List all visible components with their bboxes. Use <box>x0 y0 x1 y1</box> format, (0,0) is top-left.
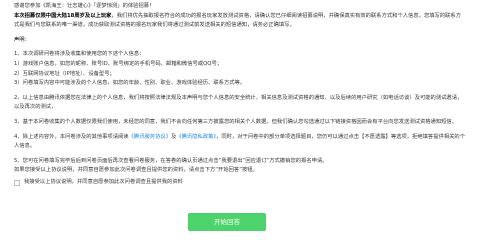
statement-item-3: 3、基于本问卷收集的个人数据仅限我们使用，未经您的同意，我们不会向任何第三方披露… <box>14 118 458 125</box>
statement-item-4: 4、除上述内容外，本问卷涉及的其他事项请阅读《腾讯服务协议》及《腾讯隐私政策》，… <box>14 133 466 152</box>
statement-item-5: 5、您可在问卷填写完毕后后到问卷页面后再次查看问卷服务，在答卷的确认页通过点击“… <box>14 157 328 164</box>
statement-item-1: 1、本次调研问卷将涉及收集和使用您的下述个人信息： <box>14 51 145 58</box>
statement-item-4-text-a: 4、除上述内容外，本问卷涉及的其他事项请阅读 <box>14 133 129 140</box>
statement-item-2: 2、以上信息由腾讯依据您在法律上的个人信息，我们将按照法律法规及本声明与您个人信… <box>14 94 463 111</box>
statement-item-6: 如果您接受以上协议说明，并同意自愿参加此次问卷调查且提供您的资料，请点击下方“开… <box>14 167 258 174</box>
notice-content[interactable]: 感谢您参加《凯海王：壮志雄心》「逐梦惊测」的体验招募！ 本次招募仅限中国大陆18… <box>14 2 466 198</box>
intro-thanks: 感谢您参加《凯海王：壮志雄心》「逐梦惊测」的体验招募！ <box>14 3 155 9</box>
agree-checkbox[interactable] <box>14 179 20 186</box>
intro-recruit: 本次招募仅限中国大陆18周岁及以上玩家，我们将优先抽取报名符合的成功的报名玩家发… <box>14 12 466 31</box>
survey-notice-page: 感谢您参加《凯海王：壮志雄心》「逐梦惊测」的体验招募！ 本次招募仅限中国大陆18… <box>0 0 480 237</box>
agree-row[interactable]: 我接受以上协议说明，并同意自愿参加此次问卷调查且提供我的资料 <box>14 178 466 188</box>
start-answer-button[interactable]: 开始回答 <box>188 213 266 231</box>
statement-item-1-2: 2）互联网协议地址（IP地址）、设备型号； <box>14 70 115 77</box>
eligibility-highlight: 本次招募仅限中国大陆18周岁及以上玩家 <box>14 12 112 19</box>
privacy-policy-link[interactable]: 《腾讯隐私政策》 <box>176 134 216 140</box>
statement-item-1-1: 1）游戏账户信息，如您的昵称、账号ID、账号绑定的手机号码、邮箱和微信号或QQ号… <box>14 60 223 67</box>
service-agreement-link[interactable]: 《腾讯服务协议》 <box>129 134 171 140</box>
agree-label[interactable]: 我接受以上协议说明，并同意自愿参加此次问卷调查且提供我的资料 <box>24 178 183 188</box>
statement-item-1-3: 3）问卷填写内容中可能涉及的个人信息，如您的年龄、性别、职业、游戏体验经历、联系… <box>14 80 246 87</box>
statement-title: 声明： <box>14 36 30 43</box>
